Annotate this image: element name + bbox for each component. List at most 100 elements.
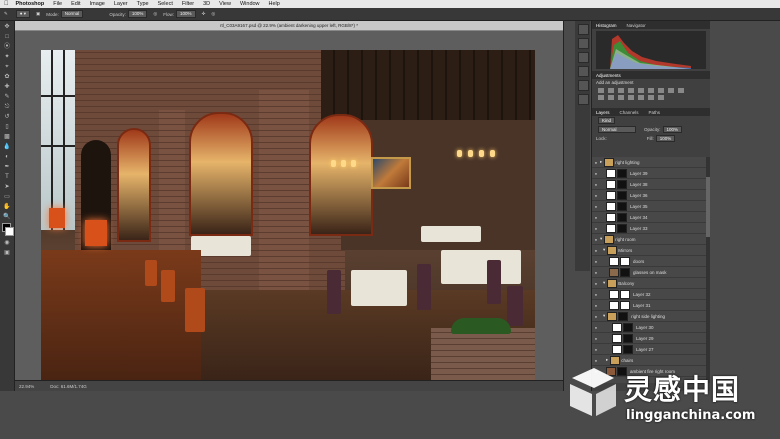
- layer-row[interactable]: ● Layer 32: [592, 289, 710, 300]
- visibility-eye-icon[interactable]: ●: [592, 215, 600, 220]
- levels-icon[interactable]: [608, 88, 614, 93]
- menu-type[interactable]: Type: [137, 1, 149, 7]
- menu-file[interactable]: File: [53, 1, 62, 7]
- info-icon[interactable]: [578, 80, 589, 91]
- visibility-eye-icon[interactable]: ●: [592, 248, 600, 253]
- threshold-icon[interactable]: [638, 95, 644, 100]
- layer-row[interactable]: ● ▾ right side lighting: [592, 311, 710, 322]
- layer-row[interactable]: ● doors: [592, 256, 710, 267]
- visibility-eye-icon[interactable]: ●: [592, 204, 600, 209]
- pen-tool-icon[interactable]: ✒: [3, 163, 11, 171]
- canvas-area[interactable]: [15, 31, 563, 381]
- visibility-eye-icon[interactable]: ●: [592, 281, 600, 286]
- tab-channels[interactable]: Channels: [620, 110, 639, 115]
- brush-presets-icon[interactable]: [578, 52, 589, 63]
- pressure-size-icon[interactable]: ◎: [211, 11, 215, 17]
- visibility-eye-icon[interactable]: ●: [592, 193, 600, 198]
- blur-tool-icon[interactable]: 💧: [3, 143, 11, 151]
- layer-row[interactable]: ● Layer 38: [592, 179, 710, 190]
- layer-row[interactable]: ● Layer 39: [592, 168, 710, 179]
- menu-window[interactable]: Window: [240, 1, 260, 7]
- posterize-icon[interactable]: [628, 95, 634, 100]
- lasso-tool-icon[interactable]: ⦿: [3, 43, 11, 51]
- layer-row[interactable]: ● Layer 35: [592, 201, 710, 212]
- visibility-eye-icon[interactable]: ●: [592, 171, 600, 176]
- visibility-eye-icon[interactable]: ●: [592, 237, 600, 242]
- folder-icon[interactable]: ▾: [603, 247, 605, 253]
- tab-adjustments[interactable]: Adjustments: [596, 73, 621, 78]
- quick-mask-icon[interactable]: ◉: [3, 239, 11, 247]
- color-balance-icon[interactable]: [658, 88, 664, 93]
- zoom-tool-icon[interactable]: 🔍: [3, 213, 11, 221]
- eraser-tool-icon[interactable]: ▯: [3, 123, 11, 131]
- visibility-eye-icon[interactable]: ●: [592, 292, 600, 297]
- screen-mode-icon[interactable]: ▣: [3, 249, 11, 257]
- menu-image[interactable]: Image: [90, 1, 105, 7]
- layer-row[interactable]: ● Layer 36: [592, 190, 710, 201]
- layer-row[interactable]: ● ▾ Balcony: [592, 278, 710, 289]
- menu-3d[interactable]: 3D: [203, 1, 210, 7]
- tab-histogram[interactable]: Histogram: [596, 23, 617, 28]
- menu-view[interactable]: View: [219, 1, 231, 7]
- background-color-swatch[interactable]: [5, 227, 14, 236]
- visibility-eye-icon[interactable]: ●: [592, 270, 600, 275]
- airbrush-icon[interactable]: ✣: [202, 11, 206, 17]
- brush-tool-icon[interactable]: ✎: [4, 11, 8, 17]
- curves-icon[interactable]: [618, 88, 624, 93]
- layer-row[interactable]: ● Layer 30: [592, 322, 710, 333]
- path-select-tool-icon[interactable]: ➤: [3, 183, 11, 191]
- brush-panel-toggle-icon[interactable]: ▣: [36, 11, 40, 17]
- gradient-map-icon[interactable]: [648, 95, 654, 100]
- eyedropper-tool-icon[interactable]: ✿: [3, 73, 11, 81]
- vibrance-icon[interactable]: [638, 88, 644, 93]
- opacity-input[interactable]: 100%: [127, 10, 148, 18]
- visibility-eye-icon[interactable]: ●: [592, 325, 600, 330]
- healing-tool-icon[interactable]: ✚: [3, 83, 11, 91]
- tab-layers[interactable]: Layers: [596, 110, 610, 115]
- type-tool-icon[interactable]: T: [3, 173, 11, 181]
- menu-select[interactable]: Select: [158, 1, 173, 7]
- layer-blend-mode-select[interactable]: Normal: [598, 126, 636, 133]
- menu-app-name[interactable]: Photoshop: [16, 1, 45, 7]
- folder-icon[interactable]: ▾: [600, 236, 602, 242]
- layer-row[interactable]: ● Layer 34: [592, 212, 710, 223]
- marquee-tool-icon[interactable]: □: [3, 33, 11, 41]
- visibility-eye-icon[interactable]: ●: [592, 314, 600, 319]
- pressure-opacity-icon[interactable]: ◎: [153, 11, 157, 17]
- actions-icon[interactable]: [578, 38, 589, 49]
- layer-row[interactable]: ● Layer 29: [592, 333, 710, 344]
- document-title[interactable]: rtl_C03A9167.psd @ 22.9% (ambient darken…: [15, 21, 563, 31]
- photo-filter-icon[interactable]: [678, 88, 684, 93]
- brush-tool-icon[interactable]: ✎: [3, 93, 11, 101]
- menu-layer[interactable]: Layer: [114, 1, 128, 7]
- layer-row[interactable]: ● ▸ right lighting: [592, 157, 710, 168]
- selective-color-icon[interactable]: [658, 95, 664, 100]
- layer-row[interactable]: ● Layer 33: [592, 223, 710, 234]
- crop-tool-icon[interactable]: ⌖: [3, 63, 11, 71]
- scrollbar-thumb[interactable]: [706, 177, 710, 237]
- doc-size-readout[interactable]: Doc: 61.6M/1.74G: [50, 384, 87, 389]
- layer-row[interactable]: ● glasses on mask: [592, 267, 710, 278]
- dodge-tool-icon[interactable]: ◐: [3, 153, 11, 161]
- visibility-eye-icon[interactable]: ●: [592, 160, 600, 165]
- quick-select-tool-icon[interactable]: ✦: [3, 53, 11, 61]
- character-icon[interactable]: [578, 94, 589, 105]
- layer-opacity-input[interactable]: 100%: [662, 126, 683, 133]
- exposure-icon[interactable]: [628, 88, 634, 93]
- hue-saturation-icon[interactable]: [648, 88, 654, 93]
- visibility-eye-icon[interactable]: ●: [592, 336, 600, 341]
- visibility-eye-icon[interactable]: ●: [592, 226, 600, 231]
- layer-row[interactable]: ● Layer 27: [592, 344, 710, 355]
- history-icon[interactable]: [578, 24, 589, 35]
- brightness-contrast-icon[interactable]: [598, 88, 604, 93]
- layer-row[interactable]: ● Layer 31: [592, 300, 710, 311]
- black-white-icon[interactable]: [668, 88, 674, 93]
- menu-filter[interactable]: Filter: [182, 1, 194, 7]
- restaurant-photo[interactable]: [41, 50, 535, 380]
- tab-paths[interactable]: Paths: [649, 110, 661, 115]
- layer-row[interactable]: ● ▾ Mirrors: [592, 245, 710, 256]
- visibility-eye-icon[interactable]: ●: [592, 347, 600, 352]
- layer-kind-filter[interactable]: Kind: [598, 117, 616, 124]
- fill-input[interactable]: 100%: [655, 135, 676, 142]
- move-tool-icon[interactable]: ✥: [3, 23, 11, 31]
